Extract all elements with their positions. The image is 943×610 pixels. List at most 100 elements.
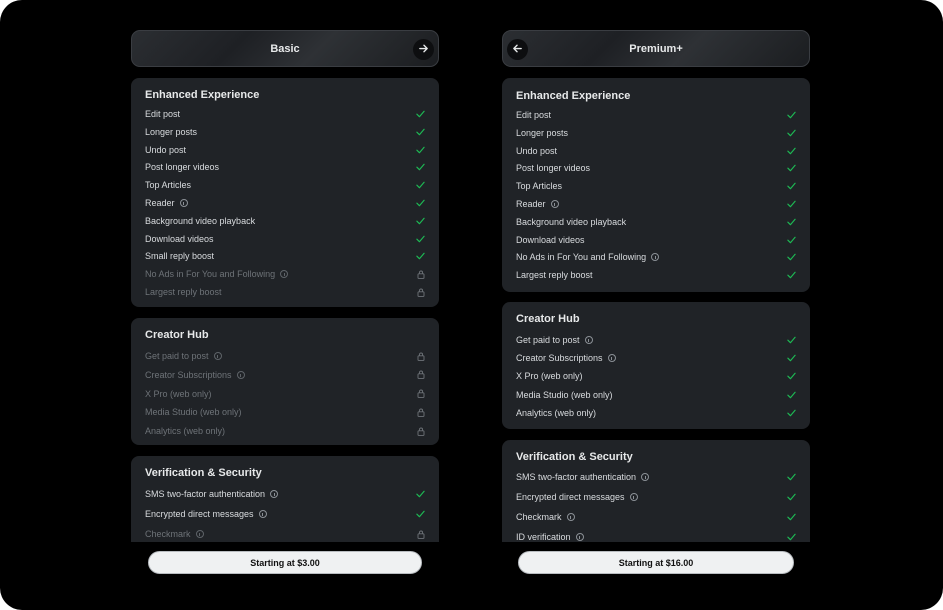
feature-row: Post longer videos xyxy=(516,161,796,175)
feature-row: No Ads in For You and Following xyxy=(516,250,796,264)
checkmark-icon xyxy=(416,110,425,118)
feature-row: Longer posts xyxy=(516,126,796,140)
feature-label-wrap: Background video playback xyxy=(516,217,626,227)
checkmark-icon xyxy=(416,235,425,243)
verification-security-card: Verification & Security SMS two-factor a… xyxy=(131,456,439,556)
info-icon[interactable] xyxy=(641,473,650,481)
feature-row: Analytics (web only) xyxy=(516,406,796,420)
verification-security-card: Verification & Security SMS two-factor a… xyxy=(502,440,810,556)
info-icon[interactable] xyxy=(179,199,188,207)
creator-hub-card: Creator Hub Get paid to post Creator Subs… xyxy=(131,318,439,445)
checkmark-icon xyxy=(416,163,425,171)
feature-row: Post longer videos xyxy=(145,160,425,174)
feature-label-wrap: Media Studio (web only) xyxy=(145,407,242,417)
feature-label: Checkmark xyxy=(145,529,191,539)
feature-row: Download videos xyxy=(145,232,425,246)
checkmark-icon xyxy=(787,336,796,344)
feature-label-wrap: Encrypted direct messages xyxy=(516,492,638,502)
premium-subscribe-button[interactable]: Starting at $16.00 xyxy=(518,551,794,574)
feature-row: No Ads in For You and Following xyxy=(145,267,425,281)
feature-label-wrap: Top Articles xyxy=(145,180,191,190)
checkmark-icon xyxy=(787,271,796,279)
section-title: Enhanced Experience xyxy=(145,89,260,101)
feature-label: Encrypted direct messages xyxy=(516,492,625,502)
checkmark-icon xyxy=(416,146,425,154)
lock-icon xyxy=(417,530,425,539)
feature-label: Longer posts xyxy=(145,126,198,137)
feature-label-wrap: X Pro (web only) xyxy=(516,371,583,381)
info-icon[interactable] xyxy=(270,490,279,498)
feature-label-wrap: No Ads in For You and Following xyxy=(145,269,289,280)
creator-hub-card: Creator Hub Get paid to post Creator Subs… xyxy=(502,302,810,429)
feature-label: Longer posts xyxy=(516,127,569,138)
feature-row: Media Studio (web only) xyxy=(145,405,425,419)
next-plan-button[interactable] xyxy=(413,39,434,60)
info-icon[interactable] xyxy=(213,352,222,360)
info-icon[interactable] xyxy=(651,253,660,262)
feature-row: X Pro (web only) xyxy=(516,369,796,383)
section-title: Creator Hub xyxy=(145,329,209,341)
feature-label: Download videos xyxy=(145,233,214,244)
feature-label: Edit post xyxy=(145,109,181,119)
enhanced-experience-card: Enhanced Experience Edit post Longer post… xyxy=(131,78,439,307)
enhanced-experience-card: Enhanced Experience Edit post Longer post… xyxy=(502,78,810,292)
feature-label: Undo post xyxy=(516,145,558,156)
feature-row: Top Articles xyxy=(516,179,796,193)
back-plan-button[interactable] xyxy=(507,39,528,60)
premium-plus-header: Premium+ xyxy=(502,30,810,67)
checkmark-icon xyxy=(787,164,796,172)
checkmark-icon xyxy=(416,510,425,518)
feature-label-wrap: Reader xyxy=(145,198,188,208)
checkmark-icon xyxy=(787,218,796,226)
info-icon[interactable] xyxy=(280,270,289,279)
checkmark-icon xyxy=(416,181,425,189)
basic-plan-header: Basic xyxy=(131,30,439,67)
feature-label: No Ads in For You and Following xyxy=(145,269,276,280)
feature-label: Creator Subscriptions xyxy=(516,353,603,364)
feature-label: Background video playback xyxy=(145,215,256,226)
section-title: Verification & Security xyxy=(145,467,262,479)
feature-label: Analytics (web only) xyxy=(145,426,226,437)
feature-row: Undo post xyxy=(516,144,796,158)
feature-label: No Ads in For You and Following xyxy=(516,252,647,263)
feature-row: SMS two-factor authentication xyxy=(516,470,796,484)
feature-row: Background video playback xyxy=(145,214,425,228)
lock-icon xyxy=(417,352,425,361)
info-icon[interactable] xyxy=(236,370,245,379)
info-icon[interactable] xyxy=(575,533,584,541)
info-icon[interactable] xyxy=(629,493,638,501)
feature-label: Post longer videos xyxy=(145,162,220,173)
feature-row: Background video playback xyxy=(516,215,796,229)
feature-label: X Pro (web only) xyxy=(516,371,583,382)
plan-title: Basic xyxy=(270,42,300,55)
feature-label-wrap: Get paid to post xyxy=(145,351,222,361)
info-icon[interactable] xyxy=(195,530,204,538)
basic-subscribe-button[interactable]: Starting at $3.00 xyxy=(148,551,422,574)
feature-label: Analytics (web only) xyxy=(516,407,597,418)
feature-row: Edit post xyxy=(145,107,425,121)
feature-label-wrap: Longer posts xyxy=(145,127,197,137)
lock-icon xyxy=(417,270,425,279)
app-frame: Basic Enhanced Experience Edit post Longe… xyxy=(0,0,943,610)
info-icon[interactable] xyxy=(566,513,575,521)
feature-label: Download videos xyxy=(516,234,585,245)
feature-label-wrap: Background video playback xyxy=(145,216,255,226)
feature-label: Small reply boost xyxy=(145,251,215,262)
feature-label: Get paid to post xyxy=(145,351,209,361)
checkmark-icon xyxy=(787,182,796,190)
section-title: Enhanced Experience xyxy=(516,90,631,102)
feature-label-wrap: Checkmark xyxy=(145,529,204,539)
checkmark-icon xyxy=(787,533,796,541)
info-icon[interactable] xyxy=(584,336,593,344)
feature-label: Media Studio (web only) xyxy=(516,389,613,400)
info-icon[interactable] xyxy=(550,200,559,208)
feature-row: SMS two-factor authentication xyxy=(145,487,425,501)
feature-label-wrap: Post longer videos xyxy=(145,162,219,172)
info-icon[interactable] xyxy=(607,354,616,363)
feature-label: Encrypted direct messages xyxy=(145,509,254,519)
feature-row: X Pro (web only) xyxy=(145,387,425,401)
feature-label-wrap: Get paid to post xyxy=(516,335,593,345)
feature-row: Top Articles xyxy=(145,178,425,192)
feature-label-wrap: Download videos xyxy=(516,235,585,245)
info-icon[interactable] xyxy=(258,510,267,518)
